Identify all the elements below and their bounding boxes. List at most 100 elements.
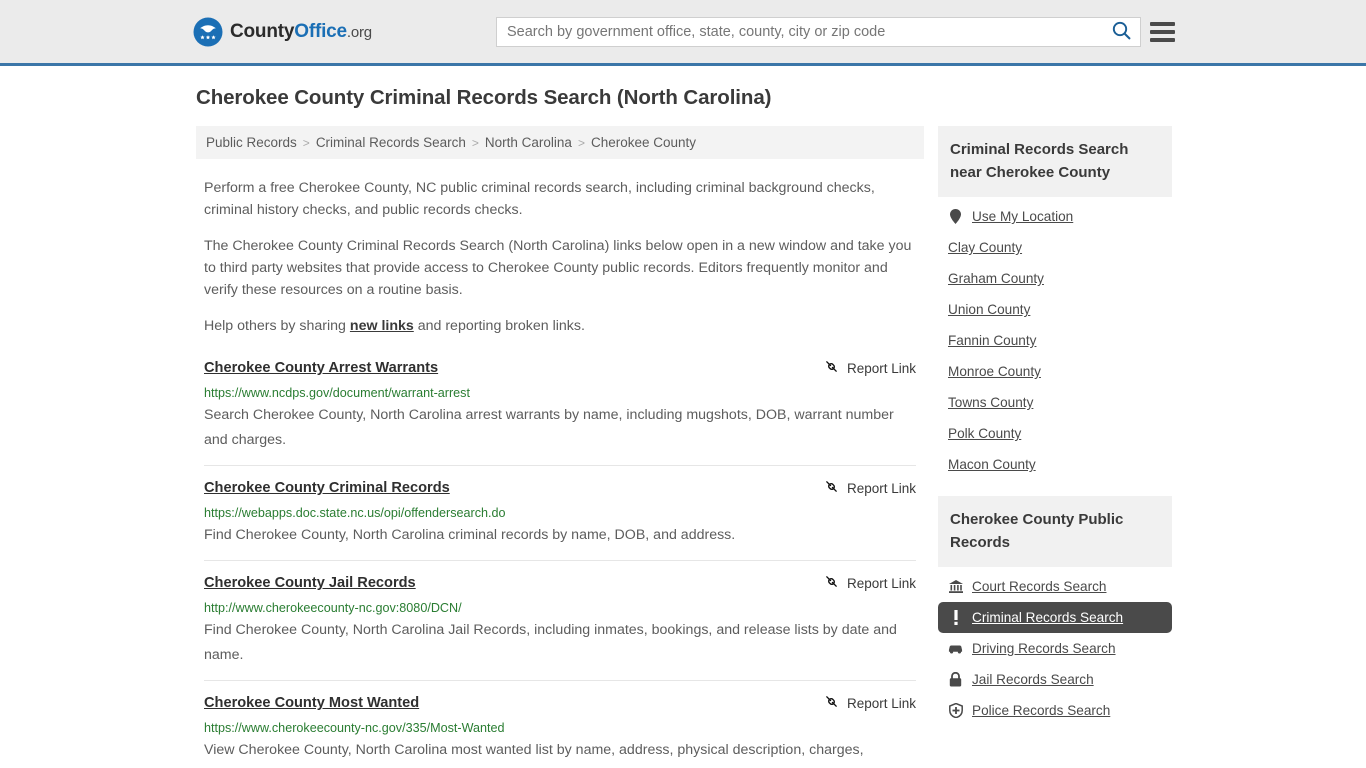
result-title-link[interactable]: Cherokee County Most Wanted bbox=[204, 694, 419, 713]
site-logo-text: CountyOffice.org bbox=[230, 21, 372, 43]
main-column: Public Records > Criminal Records Search… bbox=[196, 126, 924, 768]
sidebar: Criminal Records Search near Cherokee Co… bbox=[938, 126, 1172, 768]
sidebar-item-polk-county[interactable]: Polk County bbox=[938, 418, 1172, 449]
intro-p3-before: Help others by sharing bbox=[204, 318, 350, 334]
sidebar-item-union-county[interactable]: Union County bbox=[938, 294, 1172, 325]
site-header: CountyOffice.org bbox=[0, 0, 1366, 66]
intro-paragraph-1: Perform a free Cherokee County, NC publi… bbox=[204, 180, 875, 218]
sidebar-item-label: Court Records Search bbox=[972, 579, 1107, 594]
sidebar-item-label: Monroe County bbox=[948, 364, 1041, 379]
sidebar-item-graham-county[interactable]: Graham County bbox=[938, 263, 1172, 294]
broken-link-icon bbox=[824, 479, 839, 497]
result-url[interactable]: http://www.cherokeecounty-nc.gov:8080/DC… bbox=[204, 600, 916, 616]
sidebar-item-court-records-search[interactable]: Court Records Search bbox=[938, 571, 1172, 602]
sidebar-item-label: Fannin County bbox=[948, 333, 1037, 348]
nearby-search-card: Criminal Records Search near Cherokee Co… bbox=[938, 126, 1172, 480]
logo-text-suffix: .org bbox=[346, 23, 372, 41]
hamburger-bar-1 bbox=[1150, 22, 1175, 26]
sidebar-item-use-my-location[interactable]: Use My Location bbox=[938, 201, 1172, 232]
result-header: Cherokee County Criminal Records Report … bbox=[204, 479, 916, 498]
sidebar-item-towns-county[interactable]: Towns County bbox=[938, 387, 1172, 418]
sidebar-item-label: Polk County bbox=[948, 426, 1022, 441]
report-link-button[interactable]: Report Link bbox=[806, 479, 916, 497]
hamburger-menu-button[interactable] bbox=[1150, 19, 1175, 45]
search-icon bbox=[1112, 21, 1131, 43]
intro-paragraph-3: Help others by sharing new links and rep… bbox=[204, 315, 916, 337]
public-records-card-title: Cherokee County Public Records bbox=[938, 496, 1172, 567]
page-body: Cherokee County Criminal Records Search … bbox=[0, 66, 1366, 768]
police-badge-icon bbox=[948, 703, 963, 718]
report-link-label: Report Link bbox=[846, 575, 916, 591]
result-item: Cherokee County Criminal Records Report … bbox=[204, 465, 916, 560]
report-link-label: Report Link bbox=[846, 695, 916, 711]
result-header: Cherokee County Arrest Warrants Report L… bbox=[204, 359, 916, 378]
result-url[interactable]: https://www.cherokeecounty-nc.gov/335/Mo… bbox=[204, 720, 916, 736]
breadcrumb-item-criminal-records-search[interactable]: Criminal Records Search bbox=[316, 135, 466, 150]
public-records-card: Cherokee County Public Records Court Rec… bbox=[938, 496, 1172, 726]
result-description: View Cherokee County, North Carolina mos… bbox=[204, 742, 864, 768]
new-links-link[interactable]: new links bbox=[350, 318, 414, 334]
sidebar-item-label: Clay County bbox=[948, 240, 1023, 255]
sidebar-item-label: Union County bbox=[948, 302, 1031, 317]
results-list: Cherokee County Arrest Warrants Report L… bbox=[196, 355, 924, 768]
public-records-card-list: Court Records Search Criminal Records Se… bbox=[938, 567, 1172, 726]
sidebar-item-fannin-county[interactable]: Fannin County bbox=[938, 325, 1172, 356]
sidebar-item-monroe-county[interactable]: Monroe County bbox=[938, 356, 1172, 387]
hamburger-bar-3 bbox=[1150, 38, 1175, 42]
broken-link-icon bbox=[824, 694, 839, 712]
sidebar-item-label: Towns County bbox=[948, 395, 1034, 410]
breadcrumb-separator: > bbox=[577, 135, 585, 150]
result-url[interactable]: https://www.ncdps.gov/document/warrant-a… bbox=[204, 385, 916, 401]
sidebar-item-clay-county[interactable]: Clay County bbox=[938, 232, 1172, 263]
car-icon bbox=[948, 641, 963, 656]
sidebar-item-driving-records-search[interactable]: Driving Records Search bbox=[938, 633, 1172, 664]
nearby-card-list: Use My Location Clay County Graham Count… bbox=[938, 197, 1172, 480]
sidebar-item-label: Use My Location bbox=[972, 209, 1074, 224]
breadcrumb-item-public-records[interactable]: Public Records bbox=[206, 135, 297, 150]
content-row: Public Records > Criminal Records Search… bbox=[196, 126, 1366, 768]
site-logo[interactable]: CountyOffice.org bbox=[193, 17, 372, 47]
page-title: Cherokee County Criminal Records Search … bbox=[196, 86, 772, 109]
exclamation-icon bbox=[948, 610, 963, 625]
broken-link-icon bbox=[824, 359, 839, 377]
logo-text-county: County bbox=[230, 20, 295, 42]
report-link-label: Report Link bbox=[846, 360, 916, 376]
report-link-button[interactable]: Report Link bbox=[806, 359, 916, 377]
report-link-label: Report Link bbox=[846, 480, 916, 496]
result-url[interactable]: https://webapps.doc.state.nc.us/opi/offe… bbox=[204, 505, 916, 521]
result-header: Cherokee County Jail Records Report Link bbox=[204, 574, 916, 593]
result-item: Cherokee County Most Wanted Report Link bbox=[204, 680, 916, 768]
result-title-link[interactable]: Cherokee County Jail Records bbox=[204, 574, 416, 593]
result-description: Find Cherokee County, North Carolina cri… bbox=[204, 527, 736, 543]
broken-link-icon bbox=[824, 574, 839, 592]
nearby-card-title: Criminal Records Search near Cherokee Co… bbox=[938, 126, 1172, 197]
breadcrumb-item-north-carolina[interactable]: North Carolina bbox=[485, 135, 572, 150]
breadcrumb: Public Records > Criminal Records Search… bbox=[196, 126, 924, 159]
breadcrumb-item-cherokee-county[interactable]: Cherokee County bbox=[591, 135, 696, 150]
sidebar-item-jail-records-search[interactable]: Jail Records Search bbox=[938, 664, 1172, 695]
sidebar-item-police-records-search[interactable]: Police Records Search bbox=[938, 695, 1172, 726]
sidebar-item-macon-county[interactable]: Macon County bbox=[938, 449, 1172, 480]
intro-p3-after: and reporting broken links. bbox=[413, 318, 585, 334]
sidebar-item-label: Macon County bbox=[948, 457, 1036, 472]
sidebar-item-label: Graham County bbox=[948, 271, 1044, 286]
hamburger-bar-2 bbox=[1150, 30, 1175, 34]
sidebar-item-label: Driving Records Search bbox=[972, 641, 1116, 656]
lock-icon bbox=[948, 672, 963, 687]
sidebar-item-label: Jail Records Search bbox=[972, 672, 1094, 687]
result-description: Search Cherokee County, North Carolina a… bbox=[204, 407, 894, 448]
report-link-button[interactable]: Report Link bbox=[806, 574, 916, 592]
courthouse-icon bbox=[948, 579, 963, 594]
search-button[interactable] bbox=[1102, 18, 1140, 46]
intro-text: Perform a free Cherokee County, NC publi… bbox=[196, 177, 924, 337]
intro-paragraph-2: The Cherokee County Criminal Records Sea… bbox=[204, 238, 912, 298]
map-pin-icon bbox=[948, 209, 963, 224]
sidebar-item-criminal-records-search[interactable]: Criminal Records Search bbox=[938, 602, 1172, 633]
search-input[interactable] bbox=[497, 18, 1102, 46]
result-title-link[interactable]: Cherokee County Arrest Warrants bbox=[204, 359, 438, 378]
breadcrumb-separator: > bbox=[471, 135, 479, 150]
report-link-button[interactable]: Report Link bbox=[806, 694, 916, 712]
eagle-shield-icon bbox=[193, 17, 223, 47]
result-header: Cherokee County Most Wanted Report Link bbox=[204, 694, 916, 713]
result-title-link[interactable]: Cherokee County Criminal Records bbox=[204, 479, 450, 498]
